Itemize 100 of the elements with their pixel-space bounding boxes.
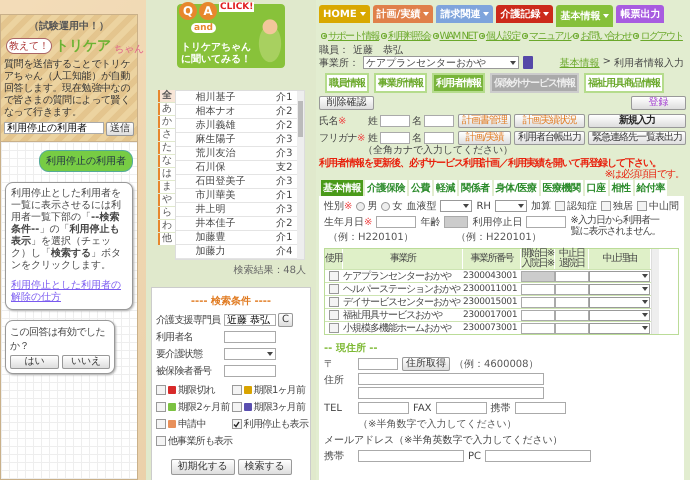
date-field[interactable] <box>521 322 555 334</box>
office-type-icon[interactable] <box>523 56 533 69</box>
date-field[interactable] <box>555 310 589 320</box>
kana-tab[interactable]: ま <box>158 181 174 193</box>
kana-tab[interactable]: ら <box>158 207 174 219</box>
scrollbar[interactable] <box>651 249 659 334</box>
delete-button[interactable]: 削除確認 <box>319 96 374 110</box>
kana-tab[interactable]: わ <box>158 220 174 232</box>
input-field[interactable] <box>380 115 410 127</box>
input-field[interactable] <box>380 132 410 144</box>
client-name[interactable]: 赤川義雄 <box>196 119 276 132</box>
checkbox[interactable] <box>232 385 242 395</box>
select-field[interactable] <box>589 296 650 308</box>
qa-banner[interactable]: Q A CLICK! and トリケアちゃんに聞いてみる！ <box>177 4 285 68</box>
action-button[interactable]: 利用者台帳出力 <box>514 131 585 145</box>
input-field[interactable] <box>358 373 544 385</box>
checkbox[interactable] <box>636 201 647 211</box>
client-name[interactable]: 石田登美子 <box>196 175 276 188</box>
kana-tab[interactable]: や <box>158 194 174 206</box>
checkbox[interactable] <box>600 201 611 211</box>
search-button[interactable]: 検索する <box>238 459 292 475</box>
checkbox[interactable] <box>232 419 242 429</box>
form-tab[interactable]: 給付率 <box>634 180 668 196</box>
client-name[interactable]: 加藤力 <box>196 245 276 258</box>
checkbox[interactable] <box>232 402 242 412</box>
input-field[interactable] <box>424 115 454 127</box>
select-field[interactable] <box>494 200 527 212</box>
input-field[interactable] <box>358 402 409 414</box>
checkbox[interactable] <box>554 201 565 211</box>
client-name[interactable]: 荒川友治 <box>196 147 276 160</box>
form-tab[interactable]: 口座 <box>584 180 608 196</box>
form-tab[interactable]: 公費 <box>409 180 432 196</box>
input-field[interactable] <box>358 387 544 399</box>
checkbox[interactable] <box>329 284 339 294</box>
input-field[interactable] <box>485 450 592 462</box>
input-field[interactable] <box>358 450 464 462</box>
checkbox[interactable] <box>156 436 166 446</box>
date-field[interactable] <box>555 296 589 308</box>
input-field[interactable] <box>358 358 398 370</box>
checkbox[interactable] <box>156 419 166 429</box>
date-field[interactable] <box>521 296 555 308</box>
help-link[interactable]: 利用停止とした利用者の解除の仕方 <box>11 280 127 304</box>
select-field[interactable] <box>589 270 650 282</box>
client-name[interactable]: 加藤豊 <box>196 231 276 244</box>
clear-button[interactable]: C <box>278 313 293 327</box>
checkbox[interactable] <box>156 402 166 412</box>
date-field[interactable] <box>555 322 589 334</box>
input-field[interactable] <box>376 216 416 228</box>
kana-tab[interactable]: な <box>158 155 174 167</box>
radio-button[interactable] <box>381 202 390 210</box>
form-tab[interactable]: 軽減 <box>434 180 457 196</box>
feedback-button[interactable]: はい <box>10 355 58 369</box>
feedback-button[interactable]: いいえ <box>62 355 110 369</box>
send-button[interactable]: 送信 <box>106 122 134 136</box>
kana-tab[interactable]: 他 <box>158 233 174 245</box>
date-field[interactable] <box>521 284 555 294</box>
form-tab[interactable]: 相性 <box>610 180 633 196</box>
client-name[interactable]: 麻生陽子 <box>196 133 276 146</box>
kana-tab[interactable]: た <box>158 142 174 154</box>
kana-tab[interactable]: は <box>158 168 174 180</box>
checkbox[interactable] <box>329 297 339 307</box>
date-field[interactable] <box>555 270 589 282</box>
form-tab[interactable]: 身体/医療 <box>494 180 539 196</box>
input-field[interactable] <box>424 132 454 144</box>
form-tab[interactable]: 関係者 <box>459 180 492 196</box>
input-field[interactable] <box>224 365 276 377</box>
client-name[interactable]: 石川保 <box>196 161 276 174</box>
input-field[interactable] <box>444 216 468 228</box>
input-field[interactable] <box>224 331 276 343</box>
office-select[interactable]: ケアプランセンターおかや <box>363 56 519 69</box>
kana-tab[interactable]: さ <box>158 129 174 141</box>
client-name[interactable]: 井本佳子 <box>196 217 276 230</box>
nav-tab[interactable]: 介護記録 <box>496 5 554 23</box>
scrollbar[interactable] <box>296 91 304 259</box>
input-field[interactable] <box>526 216 566 228</box>
select-field[interactable] <box>589 322 650 334</box>
action-button[interactable]: 新規入力 <box>588 114 686 128</box>
client-name[interactable]: 井上明 <box>196 203 276 216</box>
action-button[interactable]: 緊急連絡先一覧表出力 <box>588 131 686 145</box>
checkbox[interactable] <box>329 323 339 333</box>
client-name[interactable]: 市川華美 <box>196 189 276 202</box>
kana-tab[interactable]: か <box>158 116 174 128</box>
client-name[interactable]: 相本ナオ <box>196 105 276 118</box>
address-lookup-button[interactable]: 住所取得 <box>402 357 450 371</box>
form-tab[interactable]: 医療機関 <box>540 180 583 196</box>
checkbox[interactable] <box>329 271 339 281</box>
nav-tab[interactable]: 帳票出力 <box>616 5 664 23</box>
register-button[interactable]: 登録 <box>631 96 686 110</box>
kana-tab[interactable]: あ <box>158 103 174 115</box>
select-field[interactable] <box>224 348 276 360</box>
form-tab[interactable]: 介護保険 <box>365 180 407 196</box>
date-field[interactable] <box>555 284 589 294</box>
kana-tab[interactable]: 全 <box>158 90 174 102</box>
checkbox[interactable] <box>156 385 166 395</box>
client-name[interactable]: 相川基子 <box>196 91 276 104</box>
form-tab[interactable]: 基本情報 <box>321 180 363 196</box>
question-field[interactable]: 利用停止の利用者 <box>4 122 104 134</box>
input-field[interactable] <box>514 402 566 414</box>
input-field[interactable]: 近藤 恭弘 <box>224 314 276 326</box>
select-field[interactable] <box>440 200 472 212</box>
